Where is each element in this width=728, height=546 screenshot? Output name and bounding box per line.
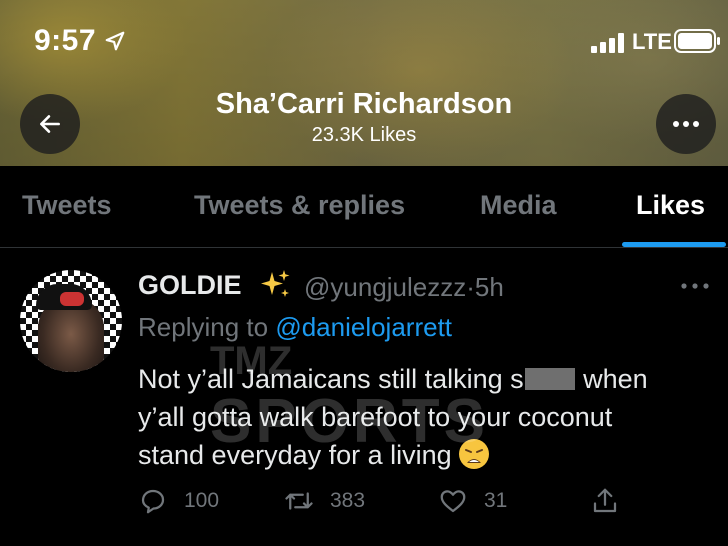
censor-bar (524, 368, 575, 390)
tweet-line-1-end: when (575, 364, 648, 394)
tab-tweets[interactable]: Tweets (22, 190, 112, 221)
profile-header-banner: 9:57 LTE Sha’Carri Richardson 23.3K Like… (0, 0, 728, 166)
avatar[interactable] (20, 270, 122, 372)
status-time: 9:57 (34, 24, 97, 57)
tweet-line-3: stand everyday for a living (138, 436, 708, 474)
author-handle[interactable]: @yungjulezzz (304, 272, 466, 302)
reply-icon (141, 489, 165, 514)
profile-tabs: Tweets Tweets & replies Media Likes (0, 166, 728, 248)
weary-face-emoji-icon (458, 439, 489, 469)
reply-count: 100 (184, 489, 220, 512)
retweet-button[interactable]: 383 (284, 486, 365, 516)
reply-mention-link[interactable]: @danielojarrett (275, 312, 452, 342)
author-handle-and-time: @yungjulezzz·5h (304, 272, 504, 303)
reply-context: Replying to @danielojarrett (138, 312, 452, 343)
tweet-line-1-start: Not y’all Jamaicans still talking s (138, 364, 524, 394)
more-options-button[interactable] (656, 94, 716, 154)
like-button[interactable]: 31 (438, 486, 507, 516)
meta-separator: · (466, 272, 475, 302)
tweet-line-2: y’all gotta walk barefoot to your coconu… (138, 402, 613, 432)
sparkles-icon (261, 270, 290, 297)
profile-name: Sha’Carri Richardson (215, 88, 513, 120)
signal-bars-icon (591, 33, 624, 53)
active-tab-indicator (622, 242, 726, 247)
tweet-line-3-text: stand everyday for a living (138, 440, 452, 470)
tweet-line-1: Not y’all Jamaicans still talking s when (138, 360, 708, 398)
tweet-text: Not y’all Jamaicans still talking s when… (138, 360, 708, 474)
share-button[interactable] (590, 486, 636, 516)
profile-likes-count: 23.3K Likes (311, 124, 417, 146)
like-count: 31 (484, 489, 508, 512)
retweet-count: 383 (330, 489, 366, 512)
tweet-card[interactable]: GOLDIE @yungjulezzz·5h Replying to @dani… (0, 248, 728, 546)
network-label: LTE (632, 29, 672, 54)
tweet-actions: 100 383 31 (138, 486, 718, 526)
reply-button[interactable]: 100 (138, 486, 219, 516)
status-bar: 9:57 LTE (0, 0, 728, 80)
tweet-more-icon[interactable] (680, 282, 710, 290)
more-dots-icon (673, 121, 699, 127)
location-arrow-icon (105, 31, 125, 51)
battery-icon (674, 29, 720, 53)
retweet-icon (285, 492, 313, 510)
share-icon (593, 488, 617, 513)
tweet-age: 5h (474, 272, 504, 302)
reply-prefix: Replying to (138, 312, 276, 342)
tab-likes[interactable]: Likes (636, 190, 705, 221)
avatar-cap (36, 284, 92, 310)
tab-tweets-and-replies[interactable]: Tweets & replies (194, 190, 405, 221)
tab-media[interactable]: Media (480, 190, 557, 221)
author-name[interactable]: GOLDIE (138, 270, 242, 301)
heart-icon (440, 490, 466, 513)
